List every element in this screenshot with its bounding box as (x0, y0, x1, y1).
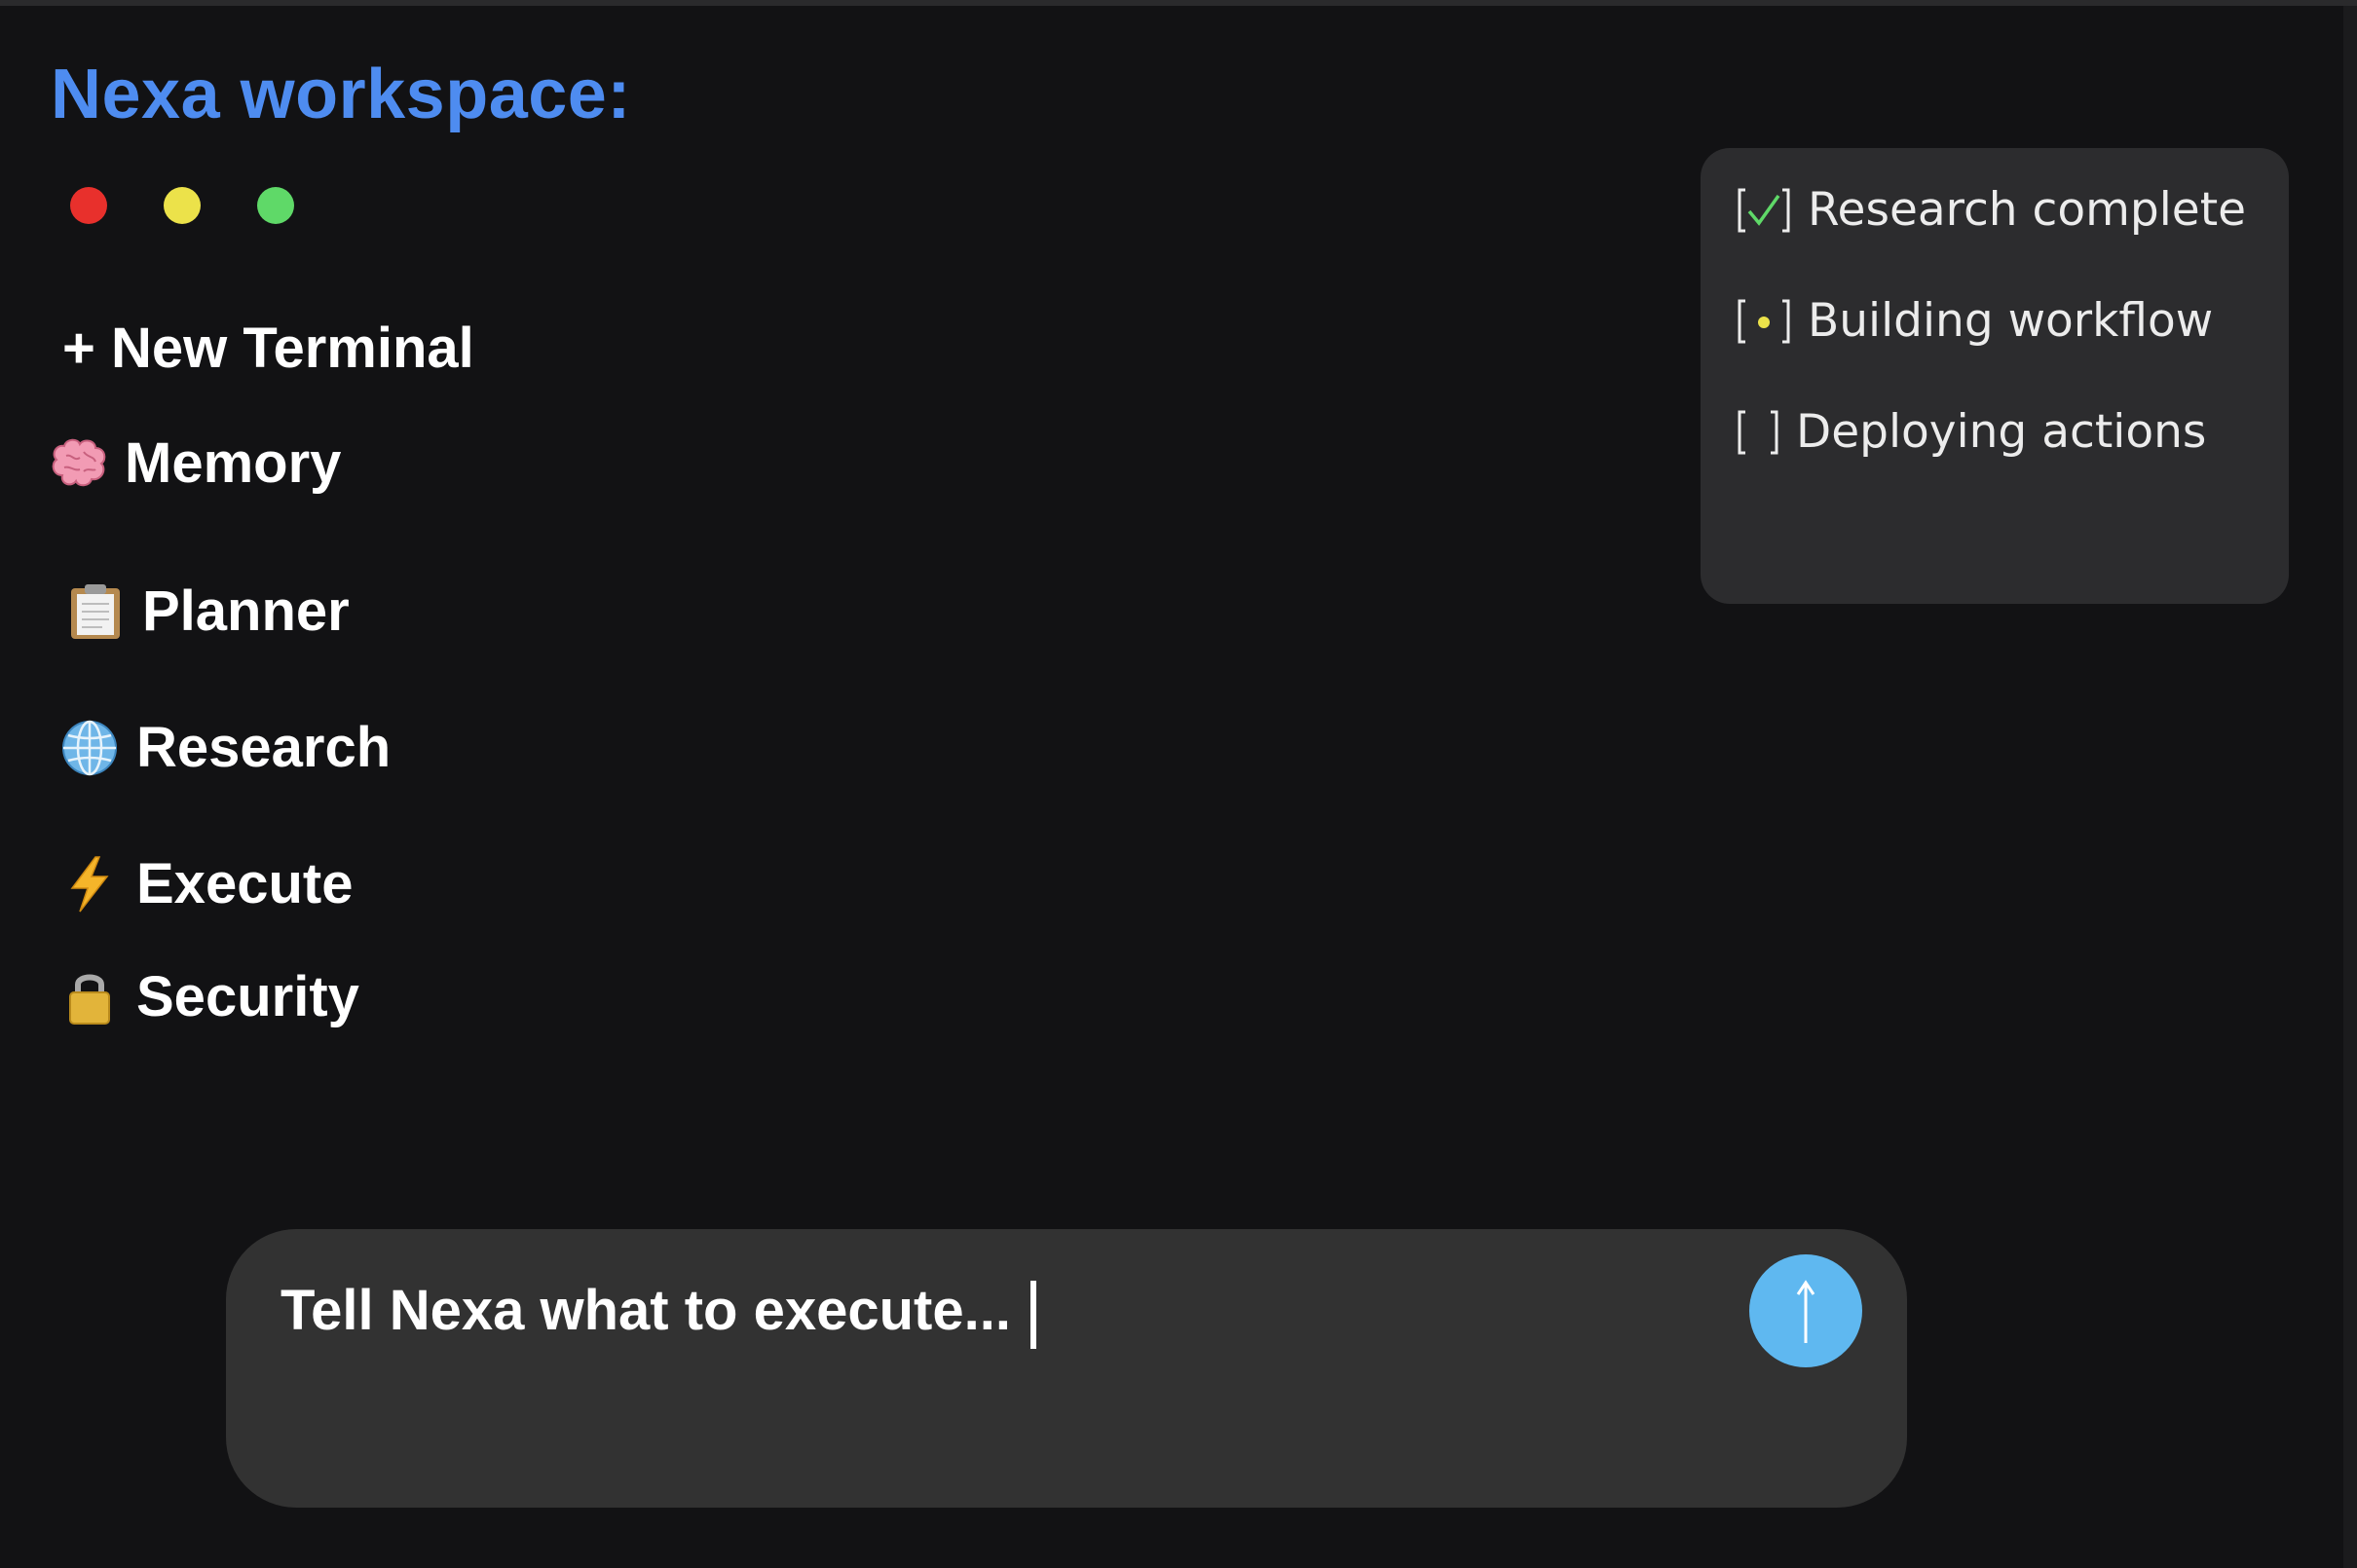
minimize-window-button[interactable] (164, 187, 201, 224)
command-input[interactable]: Tell Nexa what to execute... (281, 1278, 1644, 1349)
sidebar-item-label: Research (136, 716, 392, 779)
status-item-pending: Deploying actions (1736, 405, 2206, 459)
status-item-in-progress: Building workflow (1736, 294, 2213, 348)
brain-icon (49, 434, 107, 493)
task-status-panel: Research complete Building workflow Depl… (1701, 148, 2289, 604)
status-item-done: Research complete (1736, 183, 2246, 237)
globe-icon (60, 719, 119, 777)
in-progress-indicator (1736, 297, 1792, 346)
page-title: Nexa workspace: (51, 56, 631, 133)
sidebar-item-memory[interactable]: Memory (49, 430, 341, 496)
close-window-button[interactable] (70, 187, 107, 224)
command-composer: Tell Nexa what to execute... (226, 1229, 1907, 1508)
status-label: Deploying actions (1796, 405, 2207, 459)
lightning-icon (60, 855, 119, 914)
arrow-up-icon (1796, 1280, 1815, 1343)
send-button[interactable] (1749, 1254, 1862, 1367)
status-label: Research complete (1808, 183, 2247, 237)
status-label: Building workflow (1808, 294, 2214, 348)
sidebar-item-research[interactable]: Research (60, 715, 391, 780)
sidebar-item-label: Security (136, 965, 359, 1028)
new-terminal-label: + New Terminal (62, 317, 474, 380)
checkbox-checked (1736, 186, 1792, 235)
command-input-text: Tell Nexa what to execute... (281, 1279, 1011, 1342)
lock-icon (60, 968, 119, 1027)
sidebar-item-label: Execute (136, 852, 354, 915)
sidebar-item-label: Memory (125, 431, 342, 495)
maximize-window-button[interactable] (257, 187, 294, 224)
sidebar-item-execute[interactable]: Execute (60, 851, 353, 916)
sidebar-item-planner[interactable]: Planner (66, 579, 350, 644)
sidebar-item-security[interactable]: Security (60, 964, 359, 1029)
checkbox-empty (1736, 408, 1780, 457)
sidebar-item-label: Planner (142, 579, 350, 643)
window-controls (70, 187, 294, 224)
text-caret (1029, 1280, 1036, 1349)
clipboard-icon (66, 582, 125, 641)
new-terminal-button[interactable]: + New Terminal (62, 316, 474, 381)
window-edge (2343, 6, 2357, 1568)
workspace-window: Nexa workspace: + New Terminal Memory Pl… (0, 0, 2357, 1568)
